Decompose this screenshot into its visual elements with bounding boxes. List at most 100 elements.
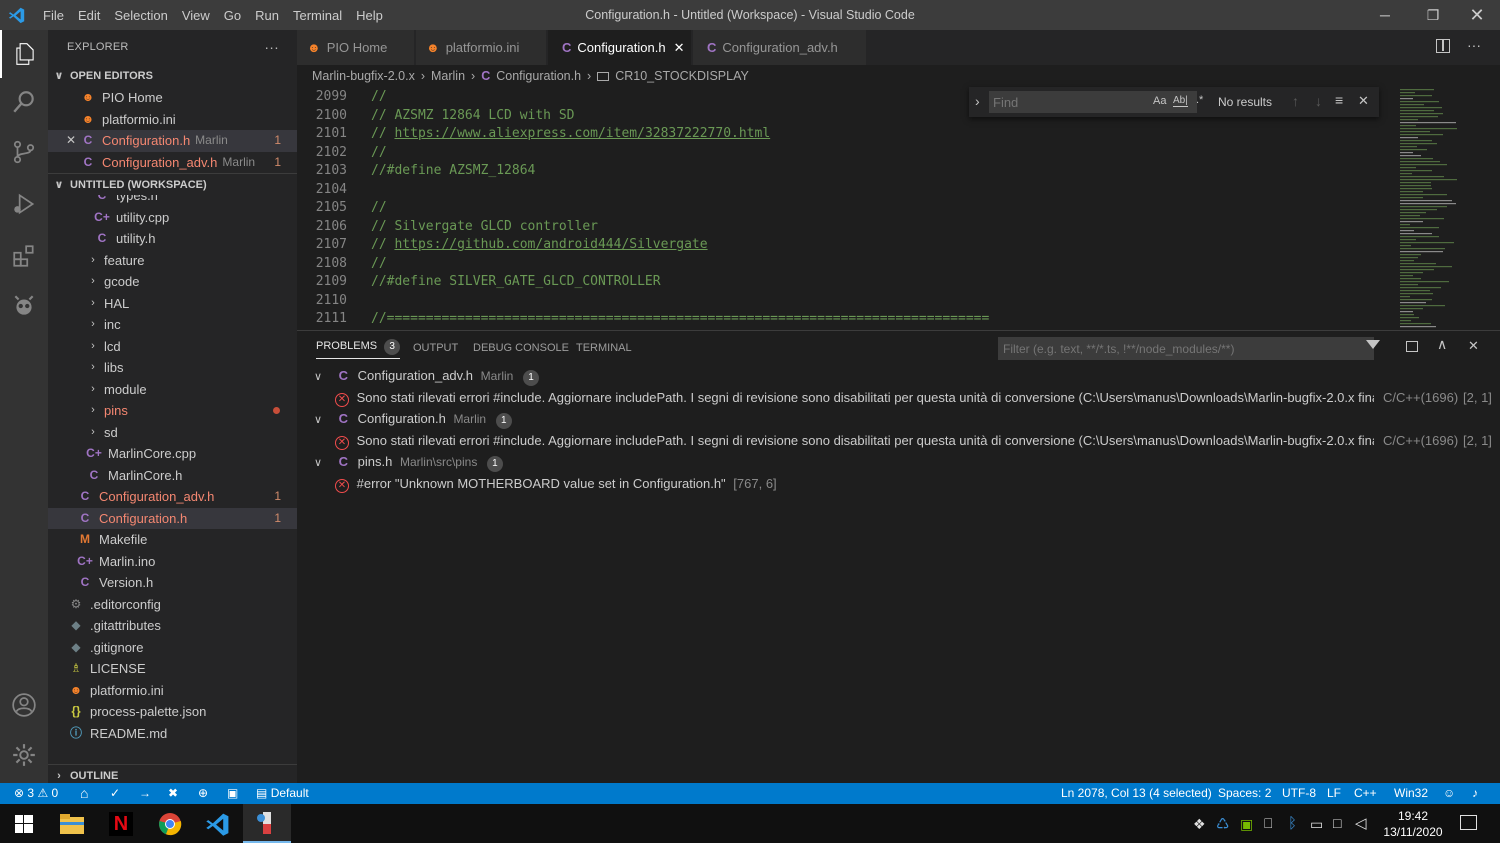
open-editors-section[interactable]: ∨ OPEN EDITORS — [48, 65, 297, 87]
pio-build-icon[interactable]: ✓ — [110, 783, 120, 804]
menu-file[interactable]: File — [36, 8, 71, 23]
tree-file[interactable]: Cutility.h — [48, 228, 297, 250]
close-find-icon[interactable]: ✕ — [1358, 93, 1369, 109]
close-window-icon[interactable]: ✕ — [1454, 0, 1500, 30]
open-editor-item[interactable]: ☻ platformio.ini — [48, 109, 297, 131]
file-explorer-icon[interactable] — [48, 804, 96, 843]
account-icon[interactable] — [0, 681, 48, 729]
tree-file[interactable]: ⚙ .editorconfig — [48, 594, 297, 616]
menu-edit[interactable]: Edit — [71, 8, 107, 23]
open-editor-item[interactable]: C Configuration_adv.h Marlin 1 — [48, 152, 297, 174]
paint-app-icon[interactable] — [243, 804, 291, 843]
tree-file[interactable]: C Configuration.h 1 — [48, 507, 297, 529]
feedback-icon[interactable]: ☺ — [1443, 783, 1455, 804]
search-icon[interactable] — [0, 78, 48, 126]
tree-folder[interactable]: › pins — [48, 400, 297, 422]
filter-icon[interactable] — [1366, 340, 1380, 349]
tree-file[interactable]: {} process-palette.json — [48, 701, 297, 723]
open-editor-item[interactable]: ☻ PIO Home — [48, 87, 297, 109]
menu-go[interactable]: Go — [217, 8, 248, 23]
problem-row[interactable]: ✕ Sono stati rilevati errori #include. A… — [297, 430, 1500, 452]
pio-clean-icon[interactable]: ✖ — [168, 783, 178, 804]
code-line[interactable]: // — [371, 256, 387, 271]
run-debug-icon[interactable] — [0, 180, 48, 228]
workspace-section[interactable]: ∨ UNTITLED (WORKSPACE) — [48, 173, 297, 195]
language-mode[interactable]: C++ — [1354, 783, 1377, 804]
minimize-icon[interactable]: ─ — [1362, 0, 1408, 30]
tree-folder[interactable]: › module — [48, 379, 297, 401]
taskbar-clock[interactable]: 19:42 13/11/2020 — [1380, 808, 1446, 840]
notifications-bell-icon[interactable]: ♪ — [1472, 783, 1478, 804]
pio-terminal-icon[interactable]: ▣ — [227, 783, 238, 804]
menu-run[interactable]: Run — [248, 8, 286, 23]
arrow-up-icon[interactable]: ↑ — [1292, 93, 1299, 109]
tree-file[interactable]: C+ MarlinCore.cpp — [48, 443, 297, 465]
cursor-position[interactable]: Ln 2078, Col 13 (4 selected) — [1061, 783, 1212, 804]
collapse-all-icon[interactable] — [1406, 341, 1418, 352]
pio-upload-icon[interactable]: → — [139, 783, 151, 804]
breadcrumb-item[interactable]: CR10_STOCKDISPLAY — [615, 69, 749, 83]
tray-usb-icon[interactable]: ⎕ — [1264, 815, 1272, 832]
tree-folder[interactable]: › libs — [48, 357, 297, 379]
breadcrumb-item[interactable]: Configuration.h — [496, 69, 581, 83]
restore-icon[interactable]: ❐ — [1410, 0, 1456, 30]
indentation[interactable]: Spaces: 2 — [1218, 783, 1271, 804]
netflix-icon[interactable]: N — [97, 804, 145, 843]
tree-file[interactable]: ⓘ README.md — [48, 723, 297, 745]
whole-word-icon[interactable]: Ab| — [1173, 95, 1188, 107]
tree-file[interactable]: Ctypes.h — [48, 195, 297, 207]
menu-terminal[interactable]: Terminal — [286, 8, 349, 23]
breadcrumb-item[interactable]: Marlin — [431, 69, 465, 83]
tray-battery-icon[interactable]: ▭ — [1310, 816, 1323, 833]
toggle-replace-icon[interactable]: › — [975, 93, 980, 109]
tree-file[interactable]: ♗ LICENSE — [48, 658, 297, 680]
tab-pio-home[interactable]: ☻ PIO Home — [297, 30, 415, 65]
tree-folder[interactable]: › sd — [48, 422, 297, 444]
code-line[interactable]: // AZSMZ 12864 LCD with SD — [371, 108, 575, 123]
tray-sync-icon[interactable]: ♺ — [1216, 815, 1229, 833]
problem-file-row[interactable]: ∨ C Configuration_adv.h Marlin 1 — [297, 365, 1500, 387]
problems-status[interactable]: ⊗ 3 ⚠ 0 — [14, 783, 58, 804]
encoding[interactable]: UTF-8 — [1282, 783, 1316, 804]
code-line[interactable]: //#define AZSMZ_12864 — [371, 163, 535, 178]
close-tab-icon[interactable]: ✕ — [674, 40, 685, 56]
problem-file-row[interactable]: ∨ C Configuration.h Marlin 1 — [297, 408, 1500, 430]
arrow-down-icon[interactable]: ↓ — [1315, 93, 1322, 109]
tray-volume-icon[interactable]: ◁ — [1355, 814, 1367, 832]
tab-terminal[interactable]: TERMINAL — [576, 342, 632, 362]
code-line[interactable]: // Silvergate GLCD controller — [371, 219, 598, 234]
find-in-selection-icon[interactable]: ≡ — [1335, 92, 1343, 108]
code-link[interactable]: https://www.aliexpress.com/item/32837222… — [394, 126, 770, 141]
tab-configuration-adv-h[interactable]: C Configuration_adv.h — [693, 30, 867, 65]
pio-env-switcher[interactable]: ▤ Default — [256, 783, 309, 804]
tree-file[interactable]: C MarlinCore.h — [48, 465, 297, 487]
tab-output[interactable]: OUTPUT — [413, 342, 458, 362]
tray-nvidia-icon[interactable]: ▣ — [1240, 816, 1253, 833]
tab-problems[interactable]: PROBLEMS 3 — [316, 339, 401, 359]
open-editor-item[interactable]: ✕ C Configuration.h Marlin 1 — [48, 130, 297, 152]
code-line[interactable]: // — [371, 145, 387, 160]
problems-filter-input[interactable] — [998, 337, 1374, 360]
menu-selection[interactable]: Selection — [107, 8, 174, 23]
breadcrumb-item[interactable]: Marlin-bugfix-2.0.x — [312, 69, 415, 83]
match-case-icon[interactable]: Aa — [1153, 95, 1166, 107]
tree-folder[interactable]: › gcode — [48, 271, 297, 293]
tree-file[interactable]: C+ utility.cpp — [48, 207, 297, 229]
settings-gear-icon[interactable] — [0, 731, 48, 779]
extensions-icon[interactable] — [0, 232, 48, 280]
code-line[interactable]: // — [371, 89, 387, 104]
maximize-panel-icon[interactable]: ∧ — [1437, 336, 1447, 353]
tree-file[interactable]: C+ Marlin.ino — [48, 551, 297, 573]
editor-more-icon[interactable]: ··· — [1467, 37, 1481, 53]
close-panel-icon[interactable]: ✕ — [1468, 338, 1479, 354]
tree-file[interactable]: ☻ platformio.ini — [48, 680, 297, 702]
end-of-line[interactable]: LF — [1327, 783, 1341, 804]
windows-start-icon[interactable] — [0, 804, 48, 843]
tray-bluetooth-icon[interactable]: ᛒ — [1288, 815, 1297, 832]
menu-help[interactable]: Help — [349, 8, 390, 23]
regex-icon[interactable]: .* — [1196, 94, 1203, 106]
chrome-icon[interactable] — [146, 804, 194, 843]
code-editor[interactable]: 2099 // 2100 // AZSMZ 12864 LCD with SD … — [297, 87, 1500, 330]
problem-row[interactable]: ✕ Sono stati rilevati errori #include. A… — [297, 387, 1500, 409]
pio-home-icon[interactable]: ⌂ — [80, 783, 88, 804]
